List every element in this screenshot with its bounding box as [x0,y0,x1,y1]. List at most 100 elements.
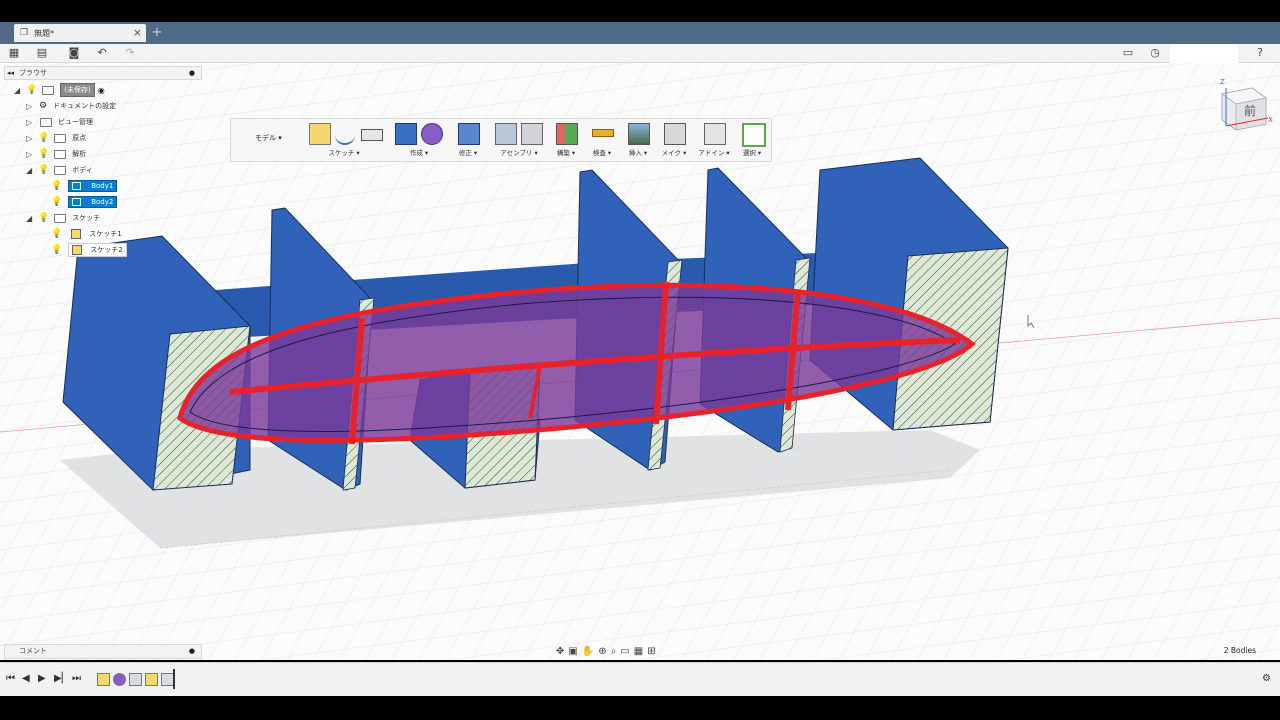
press-pull-icon[interactable] [458,123,480,145]
collapse-panel-icon[interactable]: ◂◂ [7,67,14,79]
expand-triangle-icon[interactable]: ▷ [26,102,35,111]
select-icon[interactable] [742,123,766,147]
tree-row-view-management[interactable]: ▷ ビュー管理 [26,115,93,129]
timeline-sketch-icon[interactable] [97,673,110,686]
ribbon-group-inspect[interactable]: 検査 ▾ [587,119,617,161]
visibility-bulb-off-icon[interactable]: 💡 [51,245,62,255]
ribbon-group-modify[interactable]: 修正 ▾ [453,119,483,161]
group-label: 挿入 ▾ [628,149,648,157]
redo-icon[interactable]: ↷ [122,45,138,61]
measure-icon[interactable] [592,129,614,137]
rectangle-icon[interactable] [361,129,383,141]
body2-chip[interactable]: Body2 [68,196,118,208]
body1-chip[interactable]: Body1 [68,180,118,192]
workspace-switcher[interactable]: モデル ▾ [243,119,305,161]
orbit-icon[interactable]: ✥ [556,646,564,657]
tree-row-sketch2[interactable]: 💡 スケッチ2 [48,243,127,257]
close-tab-icon[interactable]: × [133,26,142,39]
sketch1-item[interactable]: スケッチ1 [68,228,124,240]
new-component-icon[interactable] [495,123,517,145]
play-icon[interactable]: ▶ [38,673,46,684]
tree-row-root[interactable]: ◢ 💡 (未保存) ◉ [14,83,105,97]
pan-icon[interactable]: ✋ [582,646,594,657]
expand-triangle-icon[interactable]: ◢ [14,86,23,95]
ribbon-group-make[interactable]: メイク ▾ [659,119,689,161]
view-cube[interactable]: 前 Z X [1208,78,1274,138]
visibility-bulb-icon[interactable]: 💡 [38,213,49,223]
ribbon-group-construct[interactable]: 構築 ▾ [551,119,581,161]
tree-row-bodies[interactable]: ◢ 💡 ボディ [26,163,93,177]
ribbon-group-addins[interactable]: アドイン ▾ [697,119,731,161]
visibility-bulb-icon[interactable]: 💡 [26,85,37,95]
scripts-icon[interactable] [704,123,726,145]
timeline-form-icon[interactable] [113,673,126,686]
offset-plane-icon[interactable] [556,123,578,145]
zoom-icon[interactable]: ⊕ [598,646,606,657]
ribbon-toolbar: モデル ▾ スケッチ ▾ 作成 ▾ 修正 ▾ アセンブリ ▾ 構築 ▾ 検査 ▾… [230,118,772,162]
new-tab-button[interactable]: + [150,25,164,41]
grid-settings-icon[interactable]: ▦ [634,646,643,657]
save-icon[interactable]: ◙ [66,45,82,61]
timeline-marker[interactable] [173,669,175,689]
timeline-sketch-icon[interactable] [145,673,158,686]
ribbon-group-insert[interactable]: 挿入 ▾ [623,119,653,161]
ribbon-group-create[interactable]: 作成 ▾ [389,119,449,161]
step-back-icon[interactable]: ◀ [22,673,30,684]
viewports-icon[interactable]: ⊞ [647,646,655,657]
expand-triangle-icon[interactable]: ▷ [26,134,35,143]
undo-icon[interactable]: ↶ [94,45,110,61]
timeline-feature-icon[interactable] [129,673,142,686]
panel-pin-icon[interactable]: ● [189,67,195,79]
visibility-bulb-icon[interactable]: 💡 [51,181,62,191]
timeline-settings-gear-icon[interactable]: ⚙ [1262,673,1271,684]
expand-triangle-icon[interactable]: ◢ [26,214,35,223]
sketch1-label: スケッチ1 [89,230,122,238]
tree-row-body2[interactable]: 💡 Body2 [48,195,118,209]
clock-icon[interactable]: ◷ [1147,45,1163,61]
tree-row-sketches[interactable]: ◢ 💡 スケッチ [26,211,100,225]
visibility-bulb-icon[interactable]: 💡 [51,229,62,239]
chat-icon[interactable]: ▭ [1120,45,1136,61]
root-component-label[interactable]: (未保存) [60,83,95,97]
go-to-end-icon[interactable]: ⏭ [72,673,81,684]
help-icon[interactable]: ? [1252,45,1268,61]
fit-icon[interactable]: ⌕ [611,646,617,657]
insert-image-icon[interactable] [628,123,650,145]
activate-radio-icon[interactable]: ◉ [98,86,105,95]
extrude-icon[interactable] [395,123,417,145]
3d-print-icon[interactable] [664,123,686,145]
visibility-bulb-icon[interactable]: 💡 [38,133,49,143]
tree-row-body1[interactable]: 💡 Body1 [48,179,118,193]
ribbon-group-select[interactable]: 選択 ▾ [735,119,769,161]
file-icon[interactable]: ▤ [34,45,50,61]
tree-row-origin[interactable]: ▷ 💡 原点 [26,131,86,145]
view-cube-graphic[interactable] [1208,78,1274,138]
expand-triangle-icon[interactable]: ▷ [26,150,35,159]
form-icon[interactable] [421,123,443,145]
create-sketch-icon[interactable] [309,123,331,145]
joint-icon[interactable] [521,123,543,145]
tree-row-document-settings[interactable]: ▷ ⚙ ドキュメントの設定 [26,99,116,113]
visibility-bulb-icon[interactable]: 💡 [38,165,49,175]
expand-triangle-icon[interactable]: ▷ [26,118,35,127]
step-forward-icon[interactable]: ▶▏ [54,673,69,684]
line-icon[interactable] [335,123,355,145]
sketch2-item[interactable]: スケッチ2 [68,243,127,257]
comment-panel[interactable]: コメント ● [4,644,202,659]
expand-triangle-icon[interactable]: ◢ [26,166,35,175]
tree-row-sketch1[interactable]: 💡 スケッチ1 [48,227,125,241]
grid-menu-icon[interactable]: ▦ [6,45,22,61]
ribbon-group-sketch[interactable]: スケッチ ▾ [305,119,383,161]
look-at-icon[interactable]: ▣ [568,646,577,657]
screen-top-border [0,0,1280,22]
ribbon-group-assemble[interactable]: アセンブリ ▾ [489,119,549,161]
document-tab[interactable]: ❒ 無題* × [14,24,146,42]
browser-panel-header[interactable]: ◂◂ ブラウザ ● [4,66,202,80]
tree-row-analysis[interactable]: ▷ 💡 解析 [26,147,86,161]
add-comment-icon[interactable]: ● [189,645,195,658]
visibility-bulb-icon[interactable]: 💡 [51,197,62,207]
go-to-start-icon[interactable]: ⏮ [6,673,15,684]
display-settings-icon[interactable]: ▭ [620,646,629,657]
document-cube-icon: ❒ [20,28,29,38]
visibility-bulb-icon[interactable]: 💡 [38,149,49,159]
